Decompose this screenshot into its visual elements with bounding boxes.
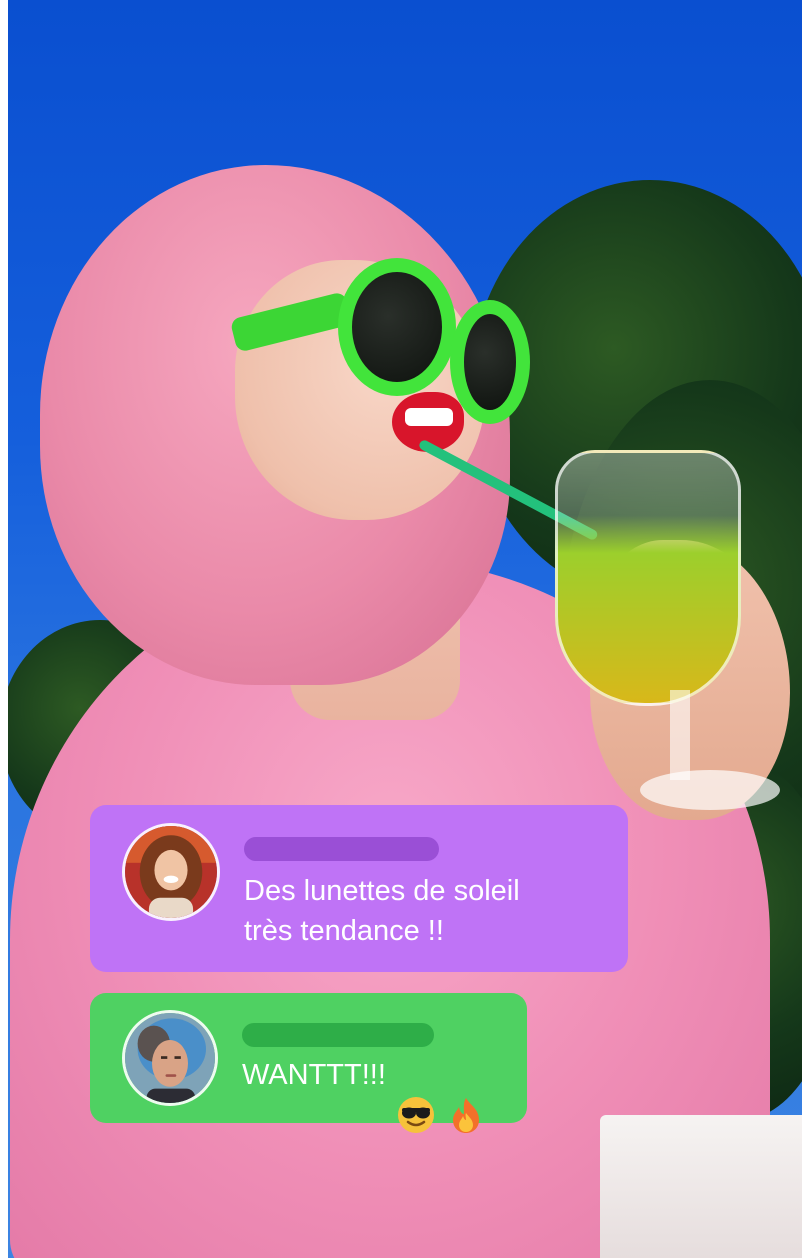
- comment-text: Des lunettes de soleil très tendance !!: [244, 875, 520, 947]
- glass-base: [640, 770, 780, 810]
- avatar-woman-blue-hair-icon: [125, 1013, 215, 1103]
- username-placeholder: [244, 837, 439, 861]
- left-edge: [0, 0, 8, 1258]
- comment-body: Des lunettes de soleil très tendance !!: [244, 823, 520, 951]
- fire-emoji-icon: [446, 1055, 486, 1133]
- glass-stem: [670, 690, 690, 780]
- comment-text: WANTTT!!!: [242, 1055, 486, 1133]
- comment-card[interactable]: Des lunettes de soleil très tendance !!: [90, 805, 628, 972]
- avatar[interactable]: [122, 1010, 218, 1106]
- comment-body: WANTTT!!!: [242, 1010, 486, 1133]
- sunglasses-lens-right: [450, 300, 530, 424]
- sunglasses-lens-left: [338, 258, 456, 396]
- sunglasses-emoji-icon: [396, 1055, 436, 1133]
- story-screen: Des lunettes de soleil très tendance !! …: [0, 0, 802, 1258]
- avatar[interactable]: [122, 823, 220, 921]
- avatar-woman-curly-hair-icon: [125, 826, 217, 918]
- username-placeholder: [242, 1023, 434, 1047]
- cocktail-glass: [555, 450, 741, 706]
- teeth: [405, 408, 453, 426]
- balcony-railing: [600, 1115, 802, 1258]
- comment-text-label: WANTTT!!!: [242, 1059, 386, 1091]
- comment-card[interactable]: WANTTT!!!: [90, 993, 527, 1133]
